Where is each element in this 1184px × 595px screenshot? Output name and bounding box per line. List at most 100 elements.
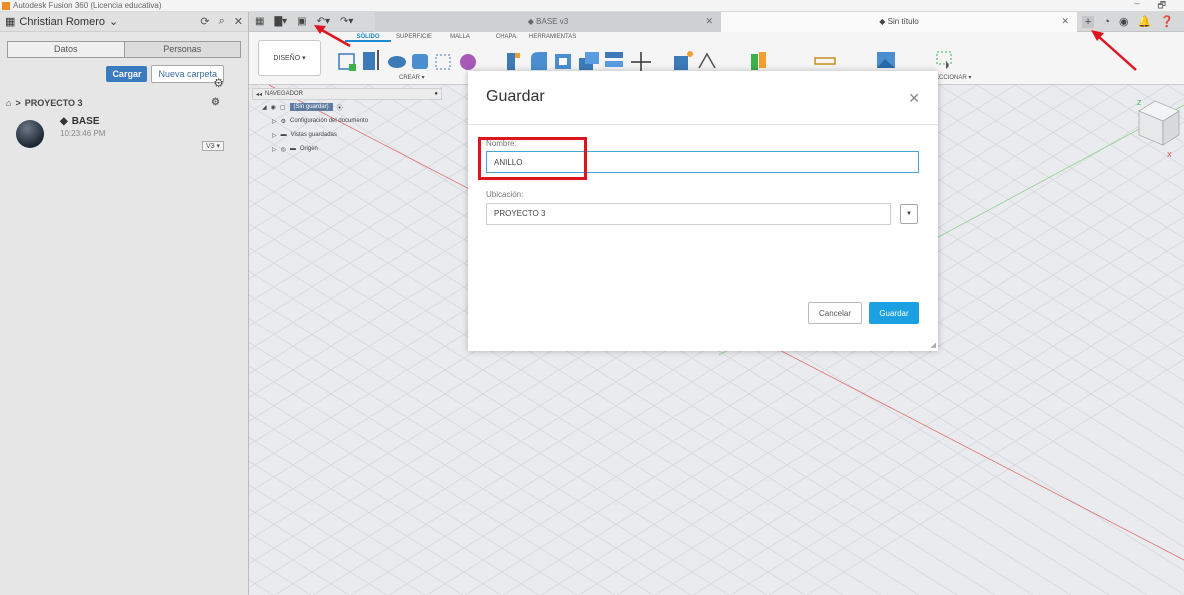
document-icon: ▢ [279,104,286,111]
box-icon[interactable] [460,54,476,70]
file-thumbnail [10,116,48,150]
user-menu[interactable]: ▦ Christian Romero ⌄ [5,15,119,29]
tree-item[interactable]: ▷ ⚙ Configuración del documento [252,114,442,128]
search-icon[interactable]: ⌕ [219,15,225,28]
job-status-icon[interactable]: ◔ [1103,16,1110,28]
tab-sin-titulo[interactable]: ◆ Sin título ✕ [721,11,1077,32]
tree-item-label: Vistas guardadas [290,132,337,138]
save-icon[interactable]: ▣ [297,16,306,27]
visibility-eye-icon[interactable]: ◉ [271,104,276,111]
folder-icon: ▬ [280,132,287,138]
revolve-icon[interactable] [388,56,406,68]
svg-text:Z: Z [1137,100,1142,107]
breadcrumb-separator-icon: > [15,97,21,108]
fusion-logo-icon [2,1,10,10]
document-tab-strip: ▦ ▇▾ ▣ ↶▾ ↷▾ ◆ BASE v3 ✕ ◆ Sin título ✕ … [249,11,1184,32]
tab-label: Sin título [887,17,919,26]
refresh-icon[interactable]: ⟳ [200,15,209,28]
user-name: Christian Romero [19,15,105,28]
close-tab-icon[interactable]: ✕ [705,16,713,27]
component-icon: ◆ [60,116,68,127]
location-dropdown-button[interactable]: ▼ [900,204,918,224]
cancel-button[interactable]: Cancelar [808,302,862,324]
move-icon[interactable] [631,52,651,72]
file-time: 10:23:46 PM [60,129,106,138]
close-icon[interactable]: ✕ [908,90,920,107]
offset-face-icon[interactable] [605,52,623,67]
combine-icon[interactable] [579,52,599,70]
inspect-icon[interactable] [751,52,766,70]
tree-item-label: Origen [299,146,318,152]
undo-icon[interactable]: ↶▾ [317,16,330,27]
window-title: Autodesk Fusion 360 (Licencia educativa) [13,1,162,10]
close-icon[interactable]: ✕ [234,15,243,28]
gear-icon[interactable]: ⚙ [213,76,224,90]
resize-grip-icon[interactable]: ◢ [931,341,936,349]
fillet-icon[interactable] [531,52,547,70]
dialog-title: Guardar [486,88,545,105]
project-settings-icon[interactable]: ⚙ [211,97,220,108]
root-component-label: (Sin guardar) [289,103,333,111]
location-field[interactable]: PROYECTO 3 [486,203,891,225]
version-badge[interactable]: V3 ▾ [201,141,224,151]
expand-icon[interactable]: ◢ [262,104,267,111]
expand-icon[interactable]: ▷ [272,132,277,139]
apps-icon: ▦ [5,16,16,28]
help-icon[interactable]: ❓ [1160,15,1174,28]
gear-icon: ⚙ [280,118,287,125]
collapse-icon[interactable]: ◂◂ [256,91,262,98]
data-panel: ▦ Christian Romero ⌄ ⟳ ⌕ ✕ Datos Persona… [0,12,249,595]
measure-icon[interactable] [814,57,836,65]
sweep-icon[interactable] [412,54,428,69]
save-dialog: Guardar ✕ Nombre: Ubicación: PROYECTO 3 … [468,71,938,351]
tree-root[interactable]: ◢ ◉ ▢ (Sin guardar) ⦿ [252,100,442,114]
new-tab-plus-icon[interactable]: + [1081,15,1095,28]
browser-navigator: ◂◂ NAVEGADOR ● ◢ ◉ ▢ (Sin guardar) ⦿ ▷ ⚙… [252,88,442,156]
save-button[interactable]: Guardar [869,302,919,324]
hidden-eye-icon[interactable]: ◎ [281,146,286,153]
tree-item[interactable]: ▷ ▬ Vistas guardadas [252,128,442,142]
upload-button[interactable]: Cargar [106,66,148,82]
redo-icon[interactable]: ↷▾ [340,16,353,27]
expand-icon[interactable]: ▷ [272,146,277,153]
insert-image-icon[interactable] [877,52,895,68]
home-icon[interactable]: ⌂ [6,98,11,108]
folder-icon: ▬ [289,146,296,152]
loft-icon[interactable] [435,54,451,70]
tab-label: BASE v3 [536,17,569,26]
hole-icon[interactable] [507,53,520,70]
pin-icon[interactable]: ● [434,91,438,97]
new-component-icon[interactable] [674,51,693,70]
close-tab-icon[interactable]: ✕ [1061,16,1069,27]
select-icon[interactable] [936,51,952,69]
component-icon: ◆ [879,17,888,26]
title-bar: Autodesk Fusion 360 (Licencia educativa)… [0,0,1184,12]
extrude-icon[interactable] [363,50,379,70]
joint-icon[interactable] [698,52,716,69]
tree-item[interactable]: ▷ ◎ ▬ Origen [252,142,442,156]
breadcrumb-project[interactable]: PROYECTO 3 [25,98,83,108]
data-panel-icon[interactable]: ▦ [255,16,264,27]
create-menu[interactable]: CREAR ▾ [399,74,425,81]
component-icon: ◆ [527,17,537,26]
shell-icon[interactable] [555,54,571,69]
extensions-icon[interactable]: ◉ [1119,15,1129,28]
select-menu[interactable]: ECCIONAR ▾ [935,74,971,81]
tab-personas[interactable]: Personas [123,42,240,57]
create-sketch-icon[interactable] [338,53,356,71]
file-name: BASE [71,116,100,127]
expand-icon[interactable]: ▷ [272,118,277,125]
activate-radio-icon[interactable]: ⦿ [337,103,343,112]
list-item[interactable]: ◆ BASE 10:23:46 PM V3 ▾ [0,116,248,151]
notifications-icon[interactable]: 🔔 [1138,15,1152,28]
svg-text:X: X [1167,152,1172,159]
name-field-highlight [478,137,587,180]
file-menu-icon[interactable]: ▇▾ [274,16,287,27]
tab-datos[interactable]: Datos [8,42,124,57]
chevron-down-icon: ⌄ [109,16,119,28]
location-label: Ubicación: [486,190,524,199]
divider [468,124,938,125]
tree-item-label: Configuración del documento [290,118,369,124]
tab-base-v3[interactable]: ◆ BASE v3 ✕ [375,11,721,32]
navigator-title: NAVEGADOR [265,91,303,97]
